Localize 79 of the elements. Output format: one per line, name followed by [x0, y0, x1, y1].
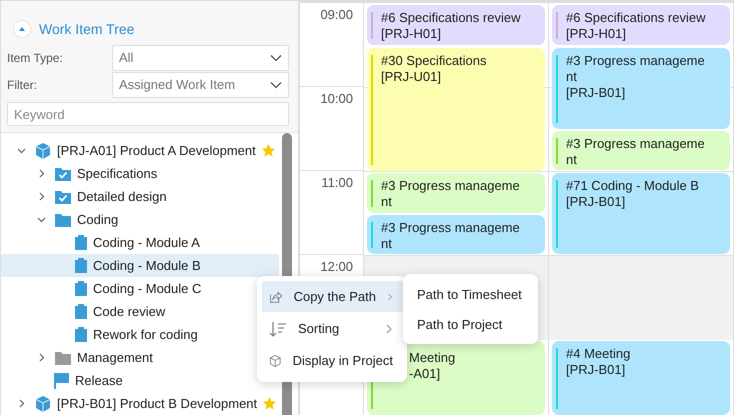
event-title: #6 Specifications review — [566, 10, 706, 26]
chevron-icon[interactable] — [17, 399, 26, 408]
event-title: Meeting — [409, 350, 456, 366]
chevron-down-icon — [270, 80, 282, 89]
event-project: [PRJ-H01] — [381, 26, 442, 42]
time-label: 12:00 — [320, 259, 353, 274]
time-label: 09:00 — [320, 7, 353, 22]
event-project: [PRJ-B01] — [566, 194, 626, 210]
folder-icon — [54, 350, 72, 366]
calendar-event[interactable]: #30 Specifications [PRJ-U01] — [367, 48, 545, 171]
sort-icon — [269, 320, 287, 336]
dropdown-field[interactable]: Assigned Work Item — [112, 72, 289, 98]
chevron-icon[interactable] — [37, 169, 46, 178]
filter-label: Item Type: — [7, 50, 64, 65]
time-label: 10:00 — [320, 91, 353, 106]
dropdown-field[interactable]: All — [112, 44, 289, 71]
folder-icon — [54, 212, 72, 228]
share-icon — [269, 288, 283, 304]
event-project: [PRJ-B01] — [566, 362, 626, 378]
checked-folder-icon — [54, 166, 72, 182]
clipboard-icon — [74, 326, 88, 343]
chevron-icon[interactable] — [37, 215, 46, 224]
panel-title: Work Item Tree — [39, 21, 134, 38]
flag-icon — [54, 372, 70, 390]
calendar-event[interactable]: #3 Progress manageme nt [PRJ-B01] — [552, 48, 730, 129]
event-title: #71 Coding - Module B — [566, 178, 699, 194]
tree-item[interactable]: Detailed design — [1, 185, 279, 208]
calendar-event[interactable]: #3 Progress manageme nt — [367, 215, 545, 254]
chevron-icon[interactable] — [37, 192, 46, 201]
clipboard-icon — [74, 257, 88, 274]
event-project: [PRJ-U01] — [381, 69, 442, 85]
tree-item[interactable]: Coding - Module B — [1, 254, 279, 277]
tree-item-label: [PRJ-B01] Product B Development — [57, 396, 258, 411]
calendar-event[interactable]: #71 Coding - Module B [PRJ-B01] — [552, 173, 730, 254]
tree-item-label: Coding - Module A — [93, 235, 200, 250]
tree-item[interactable]: Coding - Module A — [1, 231, 279, 254]
tree-item-label: Release — [75, 373, 123, 388]
filter-label: Filter: — [7, 78, 38, 92]
event-title: #3 Progress manageme nt — [381, 178, 520, 210]
event-title: #3 Progress manageme nt — [381, 220, 520, 252]
clipboard-icon — [74, 234, 88, 251]
calendar-event[interactable]: #3 Progress manageme nt — [552, 131, 730, 170]
chevron-down-icon — [270, 54, 282, 62]
event-title: #30 Specifications — [381, 53, 487, 69]
event-project: [PRJ-B01] — [566, 85, 626, 101]
calendar-event[interactable]: #3 Progress manageme nt — [367, 173, 545, 213]
calendar-event[interactable]: #4 Meeting [PRJ-B01] — [552, 341, 730, 415]
tree-item-label: Coding - Module B — [93, 258, 201, 273]
clipboard-icon — [74, 303, 88, 320]
tree-item-label: Code review — [93, 304, 166, 319]
tree-item[interactable]: [PRJ-A01] Product A Development — [1, 139, 279, 162]
event-project: -A01] — [409, 366, 442, 382]
tree-item-label: Coding — [77, 212, 118, 227]
chevron-icon[interactable] — [37, 353, 46, 362]
tree-item[interactable]: Coding — [1, 208, 279, 231]
search-field[interactable]: Keyword — [7, 102, 289, 126]
event-project: [PRJ-H01] — [566, 26, 627, 42]
collapse-button[interactable] — [14, 21, 30, 38]
cube-icon — [34, 394, 52, 412]
event-title: #3 Progress manageme nt — [566, 136, 705, 168]
tree-item-label: Management — [77, 350, 153, 365]
chevron-icon[interactable] — [17, 146, 26, 155]
tree-item-label: Coding - Module C — [93, 281, 202, 296]
event-title: #3 Progress manageme nt — [566, 53, 705, 85]
calendar-event[interactable]: #6 Specifications review [PRJ-H01] — [367, 5, 545, 45]
caret-up-icon — [17, 25, 27, 34]
time-label: 11:00 — [321, 175, 353, 190]
tree-item-label: Specifications — [77, 166, 158, 181]
tree-item-label: Detailed design — [77, 189, 167, 204]
clipboard-icon — [74, 280, 88, 297]
tree-item-label: [PRJ-A01] Product A Development — [57, 143, 256, 158]
event-title: #4 Meeting — [566, 346, 630, 362]
tree-item[interactable]: [PRJ-B01] Product B Development — [1, 392, 279, 415]
tree-item[interactable]: Specifications — [1, 162, 279, 185]
tree-item-label: Rework for coding — [93, 327, 198, 342]
checked-folder-icon — [54, 188, 72, 204]
calendar-event[interactable]: #6 Specifications review [PRJ-H01] — [552, 5, 730, 45]
cube-icon — [34, 142, 52, 160]
event-title: #6 Specifications review — [381, 10, 520, 26]
